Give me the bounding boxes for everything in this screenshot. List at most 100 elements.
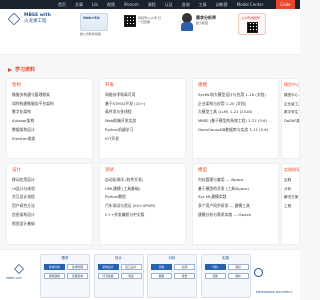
list-item-link[interactable]: 内存管理与复用 — iSpace bbox=[198, 176, 251, 185]
sidebar-title: 模型中心 bbox=[284, 82, 300, 87]
diagram-cell: 部署 bbox=[204, 273, 226, 279]
nav-item[interactable]: 文章 bbox=[75, 0, 83, 9]
list-item-link[interactable]: 多个用户同步研发 — 建模工具 bbox=[198, 202, 251, 211]
logo-title: MBSE with bbox=[24, 13, 51, 18]
panel-list: 微服务构建与管理框架 如何构建微服务平台架构 数字化架构 Autosar架构 数据架构设… bbox=[12, 91, 54, 143]
list-item-link[interactable]: 分析 bbox=[284, 185, 298, 194]
promo-qr[interactable]: 视频号/公众号 扫一扫查看 bbox=[124, 13, 161, 43]
list-item-link[interactable]: 大模型工具 (LLM) 1-22 (2018) bbox=[198, 108, 268, 117]
list-item-link[interactable]: SysML和大模型设计与应用 1-16 (文档) bbox=[198, 91, 268, 100]
diagram-cell: 架构设计 bbox=[97, 264, 119, 270]
diagram-cell: 需求管理 bbox=[67, 264, 88, 270]
panel-list: 自动化测试 (软件开发) UML建模 (工具基础) Python教程 汽车测试与验证 … bbox=[105, 176, 155, 220]
list-item-link[interactable]: 基于STM32开发 (10+) bbox=[105, 100, 145, 109]
nav-item[interactable]: Model Center bbox=[237, 0, 264, 9]
list-item-link[interactable]: 基于模型的开发 (工具iSpace) bbox=[198, 185, 251, 194]
bottom-logo[interactable]: MBSE with bbox=[6, 264, 36, 292]
mascot-icon bbox=[180, 13, 194, 31]
list-item-link[interactable]: Python教程 bbox=[105, 193, 155, 202]
list-item-link[interactable]: 信息架构设计 bbox=[12, 211, 35, 220]
list-item-link[interactable]: 交互设计流程 bbox=[12, 193, 35, 202]
list-item-link[interactable]: 网络技术和高可用 bbox=[105, 91, 145, 100]
list-item-link[interactable]: 微服务构建与管理框架 bbox=[12, 91, 54, 100]
promo-web-ea[interactable]: Web+EA 嵌入式软件建模 bbox=[80, 13, 118, 43]
logo-mark-icon bbox=[14, 264, 24, 274]
list-item-link[interactable]: 视觉设计基础 bbox=[12, 220, 35, 229]
panel-title: 测试 bbox=[105, 168, 114, 173]
list-item-link[interactable]: 工程 bbox=[284, 202, 298, 211]
ea-logo-icon bbox=[254, 268, 263, 277]
qr-code-icon bbox=[124, 15, 136, 27]
nav-item[interactable]: 工具 bbox=[199, 0, 207, 9]
list-item-link[interactable]: IOT开发 bbox=[105, 135, 145, 144]
diagram-cell: 报告 bbox=[174, 273, 195, 279]
list-item-link[interactable]: DoDAF建模 bbox=[284, 117, 299, 126]
promo-label: 公众号/视频号 bbox=[241, 16, 261, 20]
panel-development: 开发 网络技术和高可用 基于STM32开发 (10+) 高并发与多线程 Web前端开发… bbox=[99, 78, 186, 159]
list-item-link[interactable]: 数据架构设计 bbox=[12, 126, 54, 135]
bottom-banner: MBSE with 需求 需求分析 需求管理 用例建模 功能需求 设计 架构设计 接口设计 行为… bbox=[0, 249, 300, 300]
list-item-link[interactable]: 高并发与多线程 bbox=[105, 108, 145, 117]
arrow-right-icon bbox=[8, 67, 12, 72]
promo-analyst[interactable]: 需求分析师 能力模型 bbox=[180, 13, 220, 43]
list-item-link[interactable]: 模型中心 bbox=[284, 91, 299, 100]
diagram-cell: 代码 bbox=[204, 264, 226, 270]
list-item-link[interactable]: Electron框架 bbox=[12, 135, 54, 144]
list-item-link[interactable]: 企业架构与应用 1-20 (文档) bbox=[198, 100, 268, 109]
nav-item[interactable]: iPenom bbox=[124, 0, 139, 9]
list-item-link[interactable]: UI设计与体验 bbox=[12, 185, 35, 194]
nav-item[interactable]: 首页 bbox=[58, 0, 66, 9]
list-item-link[interactable]: Sys ML建模实践 bbox=[198, 193, 251, 202]
promo-caption: 视频号/公众号 扫一扫查看 bbox=[138, 16, 161, 24]
diagram-cell: 维护 bbox=[227, 273, 249, 279]
nav-item[interactable]: 认证 bbox=[165, 0, 173, 9]
promo-wechat[interactable]: 公众号/视频号 bbox=[238, 13, 274, 43]
diagram-group: 需求 需求分析 需求管理 用例建模 功能需求 bbox=[40, 254, 90, 298]
diagram-cell: 接口设计 bbox=[120, 264, 142, 270]
list-item-link[interactable]: MBSE (基于模型的系统工程) 2-27 (5.6) bbox=[198, 117, 268, 126]
nav-item[interactable]: 咨询 bbox=[182, 0, 190, 9]
nav-item[interactable]: Lib bbox=[92, 0, 98, 9]
panel-list: SysML和大模型设计与应用 1-16 (文档) 企业架构与应用 1-20 (文档… bbox=[198, 91, 268, 135]
list-item-link[interactable]: 自动化测试 (软件开发) bbox=[105, 176, 155, 185]
list-item-link[interactable]: C++并发编程与中文版 bbox=[105, 211, 155, 220]
panel-testing: 测试 自动化测试 (软件开发) UML建模 (工具基础) Python教程 汽车测试与… bbox=[99, 163, 186, 245]
list-item-link[interactable]: 解决方案 bbox=[284, 193, 298, 202]
top-nav: 首页 文章 Lib 视频 iPenom 课程 认证 咨询 工具 训练营 Model Center Co… bbox=[0, 0, 300, 9]
list-item-link[interactable]: Autosar架构 bbox=[12, 117, 54, 126]
list-item-link[interactable]: 移动应用设计 bbox=[12, 176, 35, 185]
sidebar-practice: 实践指导 实践 分析 解决方案 工程 bbox=[281, 163, 300, 245]
site-logo[interactable]: MBSE with 火龙果工程 bbox=[7, 12, 51, 27]
list-item-link[interactable]: OpenGaussDB数据库与实战 3-11 (5.6) bbox=[198, 126, 268, 135]
promo-label: Web+EA bbox=[83, 16, 100, 20]
diagram-group-title: 设计 bbox=[115, 256, 122, 260]
panel-title: 设计 bbox=[12, 168, 21, 173]
list-item-link[interactable]: 实践 bbox=[284, 176, 298, 185]
panel-models: 模型 内存管理与复用 — iSpace 基于模型的开发 (工具iSpace) Sys… bbox=[192, 163, 279, 245]
diagram-group: 实施 代码 测试 部署 维护 bbox=[200, 254, 251, 298]
list-item-link[interactable]: 数字化架构 bbox=[12, 108, 54, 117]
bottom-logo-caption: MBSE with bbox=[6, 276, 22, 280]
list-item-link[interactable]: 用户研究方法 bbox=[12, 202, 35, 211]
nav-item[interactable]: 课程 bbox=[148, 0, 156, 9]
diagram-group-title: 分析 bbox=[168, 256, 176, 260]
nav-item[interactable]: 视频 bbox=[107, 0, 115, 9]
diagram-group: 分析 仿真 追溯 数据 报告 bbox=[147, 254, 197, 298]
panel-modeling: 建模 SysML和大模型设计与应用 1-16 (文档) 企业架构与应用 1-20 … bbox=[192, 78, 279, 159]
list-item-link[interactable]: 数字孪生 bbox=[284, 108, 299, 117]
sidebar-list: 模型中心企业级工程数字孪生DoDAF建模 bbox=[284, 91, 299, 126]
list-item-link[interactable]: Web前端开发实战 bbox=[105, 117, 145, 126]
section-title-text: 学习资料 bbox=[15, 67, 36, 73]
list-item-link[interactable]: Python机器学习 bbox=[105, 126, 145, 135]
enterprise-architect-logo[interactable]: ENTERPRISE ARCHITECT bbox=[254, 262, 294, 294]
list-item-link[interactable]: 汽车测试与验证 (EA+UPDM) bbox=[105, 202, 155, 211]
diagram-cell: 功能需求 bbox=[67, 273, 88, 279]
nav-item[interactable]: 训练营 bbox=[216, 0, 228, 9]
panel-title: 开发 bbox=[105, 83, 114, 88]
list-item-link[interactable]: 如何构建微服务平台架构 bbox=[12, 100, 54, 109]
list-item-link[interactable]: UML建模 (工具基础) bbox=[105, 185, 155, 194]
list-item-link[interactable]: 建模分析与需求实践 — iSpace bbox=[198, 211, 251, 220]
list-item-link[interactable]: 企业级工程 bbox=[284, 100, 299, 109]
sidebar-model-center: 模型中心 模型中心企业级工程数字孪生DoDAF建模 bbox=[281, 78, 300, 159]
nav-item[interactable]: Code bbox=[276, 0, 295, 9]
